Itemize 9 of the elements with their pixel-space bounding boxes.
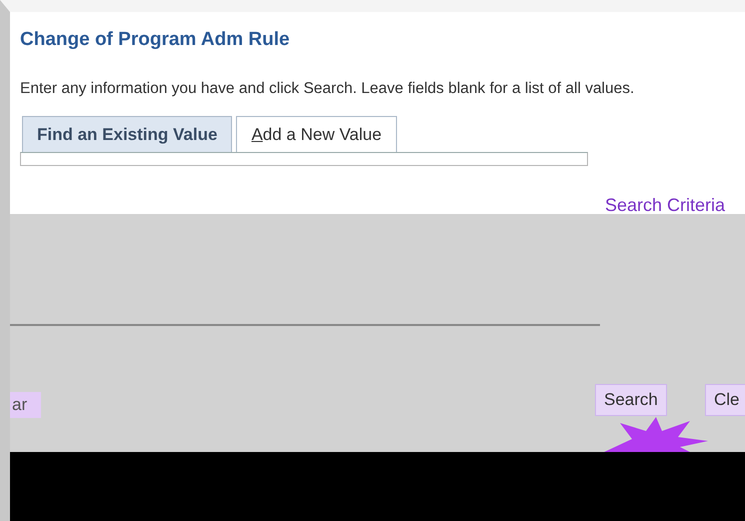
button[interactable]: ar — [10, 392, 42, 418]
search-criteria-heading: Search Criteria — [605, 194, 726, 217]
clear-button[interactable]: Cle — [705, 384, 745, 416]
search-button[interactable]: Search — [595, 384, 667, 416]
starburst-icon — [602, 417, 708, 453]
tab[interactable]: Find an Existing Value — [22, 116, 232, 152]
tab[interactable]: Add a New Value — [236, 116, 397, 152]
instructions-text: Enter any information you have and click Search. Leave fields blank for a list of all values. — [20, 78, 636, 98]
page-title: Change of Program Adm Rule — [20, 28, 291, 52]
